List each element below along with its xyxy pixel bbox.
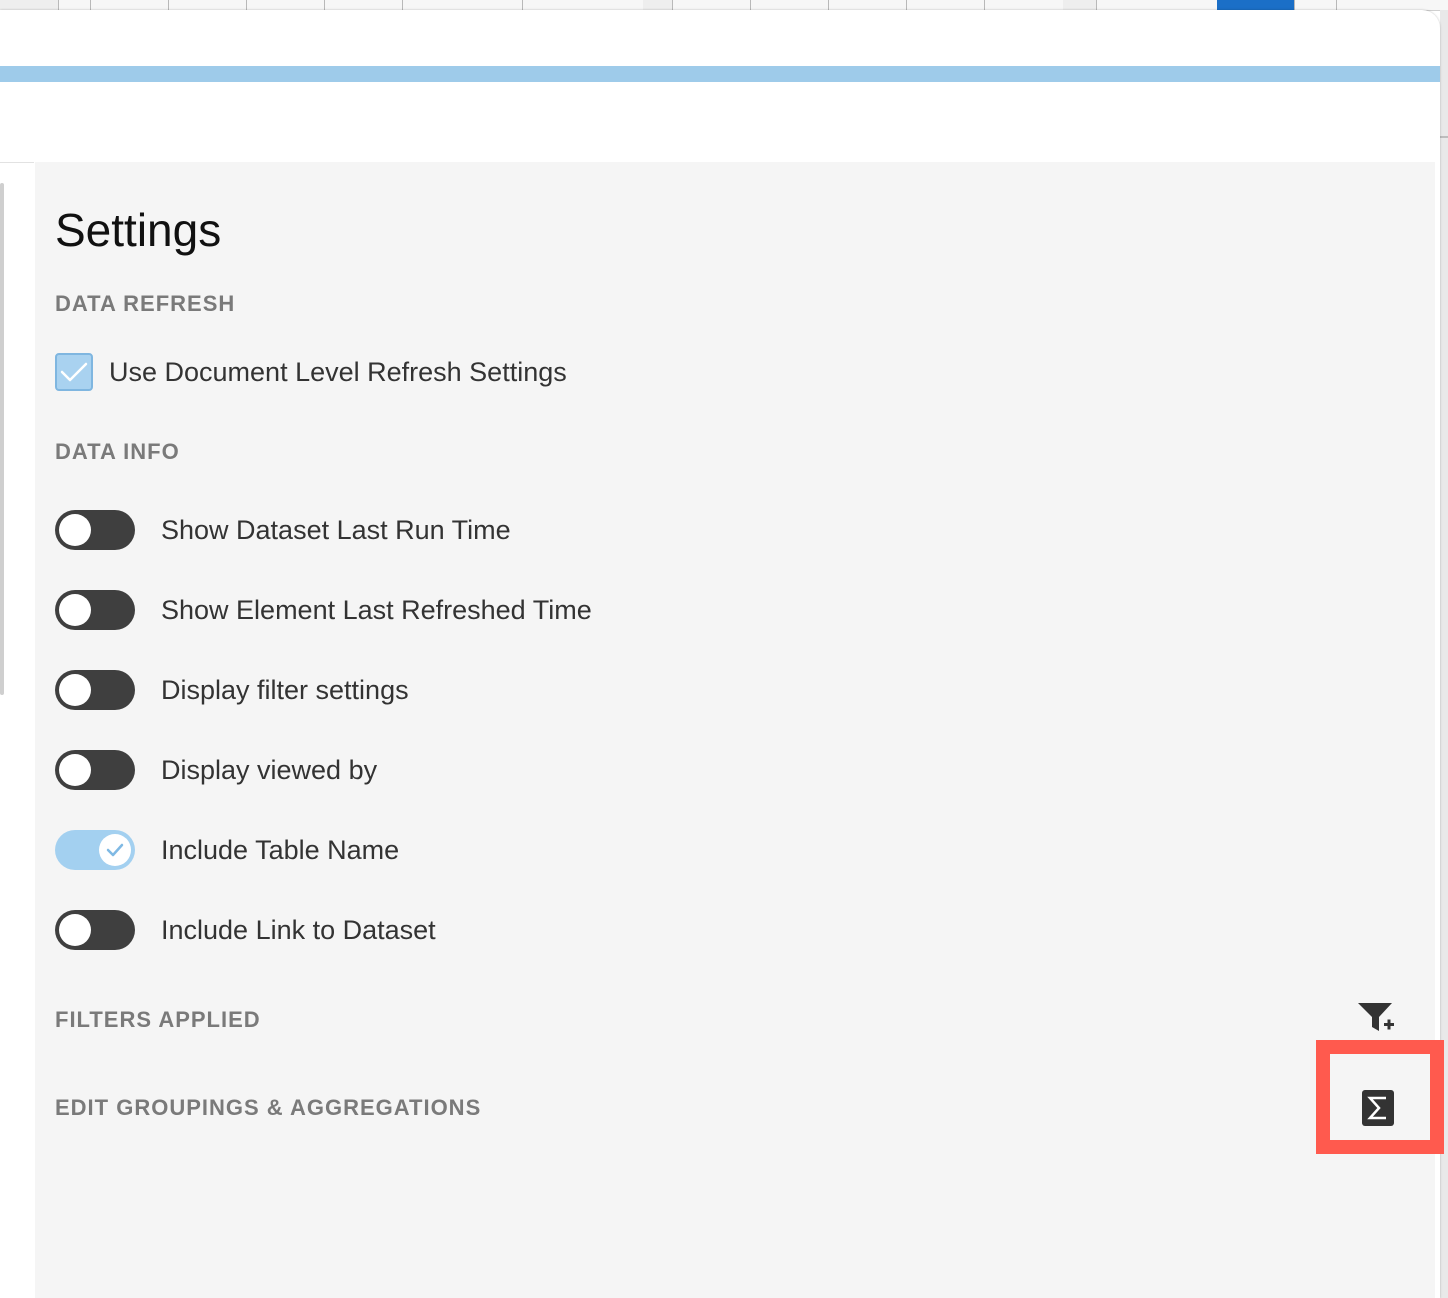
- toggle-knob: [59, 674, 91, 706]
- link-to-dataset-label: Include Link to Dataset: [161, 915, 436, 945]
- add-filter-button[interactable]: [1353, 998, 1399, 1038]
- data-info-heading: DATA INFO: [55, 439, 180, 464]
- element-last-refreshed-toggle[interactable]: [55, 590, 135, 630]
- filter-settings-toggle[interactable]: [55, 670, 135, 710]
- background-tab: [58, 0, 91, 10]
- data-refresh-heading: DATA REFRESH: [55, 291, 236, 316]
- toggle-knob: [59, 514, 91, 546]
- settings-modal: Settings DATA REFRESH Use Document Level…: [0, 10, 1440, 1298]
- background-tab: [1336, 0, 1448, 10]
- panel-title: Settings: [55, 204, 222, 256]
- viewed-by-toggle[interactable]: [55, 750, 135, 790]
- modal-accent-bar: [0, 66, 1440, 82]
- filter-add-icon: [1358, 1003, 1394, 1031]
- background-tab: [906, 0, 985, 10]
- toggle-row-table-name[interactable]: Include Table Name: [55, 830, 399, 870]
- left-scrollbar[interactable]: [0, 183, 4, 695]
- viewed-by-label: Display viewed by: [161, 755, 378, 785]
- toggle-knob: [59, 594, 91, 626]
- edit-groupings-button[interactable]: [1362, 1090, 1394, 1126]
- groupings-aggregations-heading: EDIT GROUPINGS & AGGREGATIONS: [55, 1095, 482, 1120]
- filter-settings-label: Display filter settings: [161, 675, 409, 705]
- background-tab: [90, 0, 169, 10]
- dataset-last-run-toggle[interactable]: [55, 510, 135, 550]
- toggle-row-viewed-by[interactable]: Display viewed by: [55, 750, 377, 790]
- toggle-row-link-to-dataset[interactable]: Include Link to Dataset: [55, 910, 436, 950]
- checkmark-icon: [60, 362, 88, 382]
- modal-left-rail: [0, 162, 34, 1298]
- background-divider: [1440, 136, 1448, 138]
- background-tab: [324, 0, 403, 10]
- element-last-refreshed-label: Show Element Last Refreshed Time: [161, 595, 592, 625]
- filters-applied-heading: FILTERS APPLIED: [55, 1007, 261, 1032]
- background-tab: [984, 0, 1063, 10]
- background-tab: [246, 0, 325, 10]
- settings-panel: Settings DATA REFRESH Use Document Level…: [35, 162, 1435, 1298]
- background-tab: [402, 0, 523, 10]
- toggle-knob: [59, 914, 91, 946]
- background-tab: [672, 0, 751, 10]
- background-tab: [1294, 0, 1337, 10]
- dataset-last-run-label: Show Dataset Last Run Time: [161, 515, 511, 545]
- background-tab: [168, 0, 247, 10]
- toggle-row-dataset-last-run[interactable]: Show Dataset Last Run Time: [55, 510, 511, 550]
- link-to-dataset-toggle[interactable]: [55, 910, 135, 950]
- toggle-row-filter-settings[interactable]: Display filter settings: [55, 670, 409, 710]
- background-edge: [1440, 10, 1448, 1298]
- use-document-refresh-label: Use Document Level Refresh Settings: [109, 357, 567, 387]
- background-tab: [828, 0, 907, 10]
- use-document-refresh-checkbox[interactable]: [55, 353, 93, 391]
- use-document-refresh-option[interactable]: Use Document Level Refresh Settings: [55, 352, 567, 392]
- sigma-icon: [1367, 1096, 1386, 1120]
- background-tab: [1096, 0, 1217, 10]
- table-name-toggle[interactable]: [55, 830, 135, 870]
- toggle-check-icon: [106, 843, 124, 857]
- background-tab: [522, 0, 643, 10]
- background-tab-active: [1217, 0, 1294, 10]
- toggle-knob: [99, 834, 131, 866]
- toggle-knob: [59, 754, 91, 786]
- table-name-label: Include Table Name: [161, 835, 400, 865]
- background-tab: [750, 0, 829, 10]
- toggle-row-element-last-refreshed[interactable]: Show Element Last Refreshed Time: [55, 590, 592, 630]
